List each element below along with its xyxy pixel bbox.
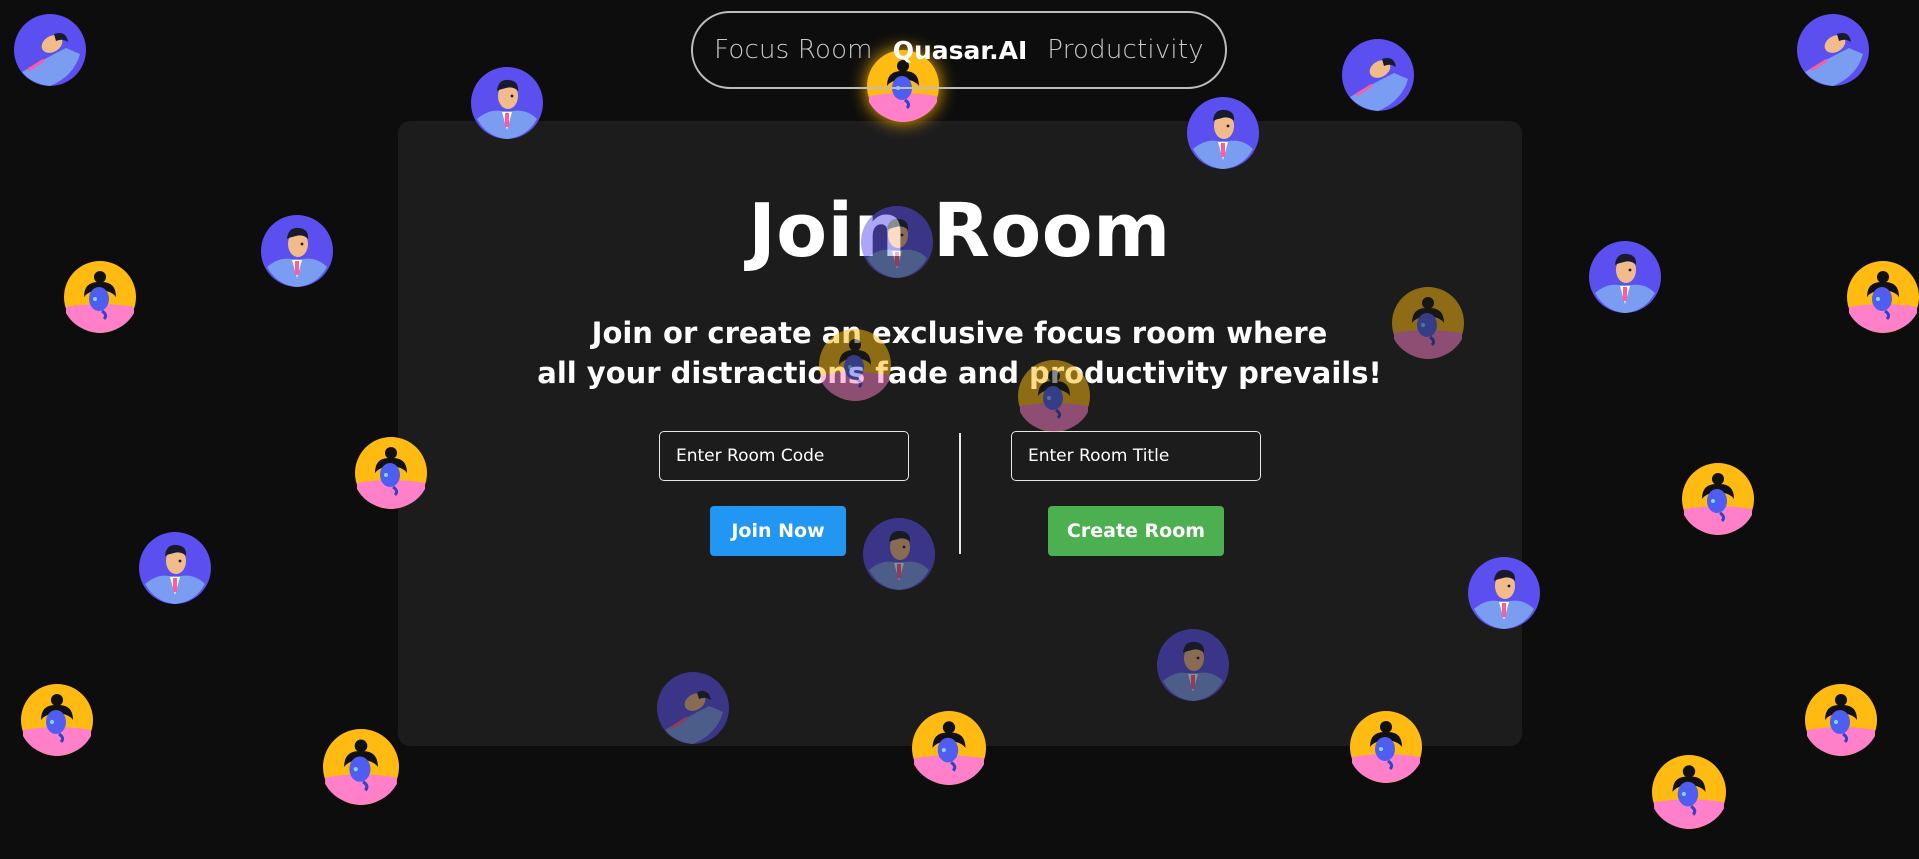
woman-avatar-icon <box>1018 360 1090 432</box>
subtitle-line-2: all your distractions fade and productiv… <box>537 356 1382 390</box>
sleeping-avatar-icon <box>1797 14 1869 86</box>
woman-avatar-icon <box>1652 755 1726 829</box>
brand-logo[interactable]: Quasar.AI <box>893 36 1028 65</box>
woman-avatar-icon <box>819 329 891 401</box>
create-room-button[interactable]: Create Room <box>1048 506 1224 556</box>
woman-avatar-icon <box>1392 287 1464 359</box>
woman-avatar-icon <box>912 711 986 785</box>
room-title-input[interactable] <box>1011 431 1261 481</box>
man-avatar-icon <box>1187 97 1259 169</box>
room-code-input[interactable] <box>659 431 909 481</box>
man-avatar-icon <box>863 518 935 590</box>
page-title: Join Room <box>748 188 1171 274</box>
man-avatar-icon <box>471 67 543 139</box>
man-avatar-icon <box>1157 629 1229 701</box>
man-avatar-icon <box>861 206 933 278</box>
sleeping-avatar-icon <box>1342 39 1414 111</box>
man-avatar-icon <box>1468 557 1540 629</box>
sleeping-avatar-icon <box>657 672 729 744</box>
woman-avatar-icon <box>1350 711 1422 783</box>
woman-avatar-icon <box>355 437 427 509</box>
sleeping-avatar-icon <box>14 14 86 86</box>
man-avatar-icon <box>139 532 211 604</box>
nav-link-productivity[interactable]: Productivity <box>1047 35 1204 65</box>
woman-avatar-icon <box>323 729 399 805</box>
form-divider <box>959 433 961 554</box>
woman-avatar-icon <box>21 684 93 756</box>
subtitle-line-1: Join or create an exclusive focus room w… <box>591 316 1328 350</box>
woman-avatar-icon <box>1682 463 1754 535</box>
page-subtitle: Join or create an exclusive focus room w… <box>0 313 1919 393</box>
join-now-button[interactable]: Join Now <box>710 506 846 556</box>
nav-link-focus-room[interactable]: Focus Room <box>714 35 873 65</box>
top-nav: Focus Room Quasar.AI Productivity <box>691 11 1227 89</box>
woman-avatar-icon <box>1805 684 1877 756</box>
